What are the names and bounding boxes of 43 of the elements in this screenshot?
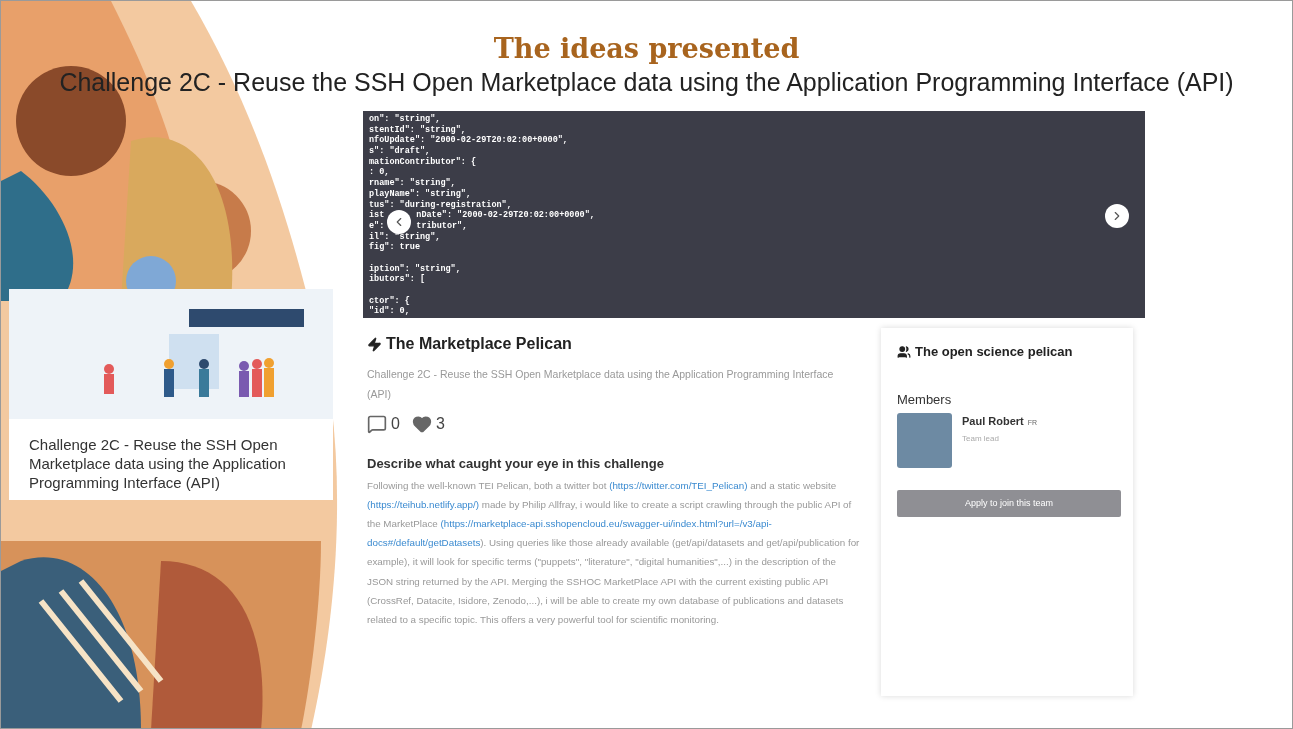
- code-line: s": "draft",: [369, 146, 431, 157]
- code-line: nfoUpdate": "2000-02-29T20:02:00+0000",: [369, 135, 568, 146]
- code-line: ctor": {: [369, 295, 410, 306]
- slide-title: The ideas presented: [493, 32, 800, 66]
- question-heading: Describe what caught your eye in this challenge: [367, 455, 665, 473]
- link[interactable]: (https://marketplace-api.sshopencloud.eu/swagger-ui/index.html?url=/v3/api-: [440, 517, 772, 529]
- code-line: iption": "string",: [369, 263, 461, 274]
- code-line: stentId": "string",: [369, 124, 466, 135]
- code-line: mationContributor": {: [369, 156, 477, 168]
- code-line: ist: [369, 210, 385, 221]
- idea-challenge: Challenge 2C - Reuse the SSH Open Marketplace data using the Application Programming Interface (API): [367, 367, 835, 402]
- member-name[interactable]: Paul Robert: [962, 413, 1024, 430]
- link[interactable]: (https://teihub.netlify.app/): [367, 498, 479, 510]
- code-line: ibutors": [: [369, 274, 426, 285]
- code-line: nDate": "2000-02-29T20:02:00+0000",: [416, 210, 595, 221]
- comment-icon[interactable]: [367, 414, 387, 434]
- next-arrow-button[interactable]: [1105, 204, 1129, 228]
- code-line: : 0,: [369, 167, 390, 178]
- comment-count: 0: [391, 414, 400, 434]
- team-name: The open science pelican: [915, 343, 1073, 361]
- code-line: on": "string",: [369, 114, 441, 125]
- heart-icon[interactable]: [411, 414, 432, 434]
- code-line: e":: [369, 220, 385, 232]
- like-count: 3: [435, 414, 445, 434]
- code-line: playName": "string",: [369, 188, 472, 200]
- challenge-caption: Challenge 2C - Reuse the SSH Open Marketplace data using the Application Programming Interface (API): [28, 435, 287, 493]
- avatar-photo-placeholder: [897, 413, 952, 468]
- members-heading: Members: [897, 390, 953, 409]
- slide-subtitle: Challenge 2C - Reuse the SSH Open Marketplace data using the Application Programming Interface (API): [58, 67, 1235, 97]
- link[interactable]: docs#/default/getDatasets: [367, 537, 481, 549]
- idea-title: The Marketplace Pelican: [386, 334, 572, 354]
- users-icon: [897, 344, 911, 359]
- lightning-icon: [367, 336, 382, 352]
- code-line: tributor",: [416, 220, 468, 232]
- previous-arrow-button[interactable]: [387, 210, 411, 234]
- member-role: Team lead: [962, 432, 1000, 445]
- code-line: rname": "string",: [369, 178, 456, 189]
- code-line: "id": 0,: [369, 306, 410, 318]
- code-line: tus": "during-registration",: [369, 199, 512, 210]
- link[interactable]: (https://twitter.com/TEI_Pelican): [609, 479, 748, 491]
- apply-button[interactable]: Apply to join this team: [897, 490, 1121, 517]
- code-line: il": "string",: [369, 231, 441, 242]
- code-line: fig": true: [369, 242, 420, 253]
